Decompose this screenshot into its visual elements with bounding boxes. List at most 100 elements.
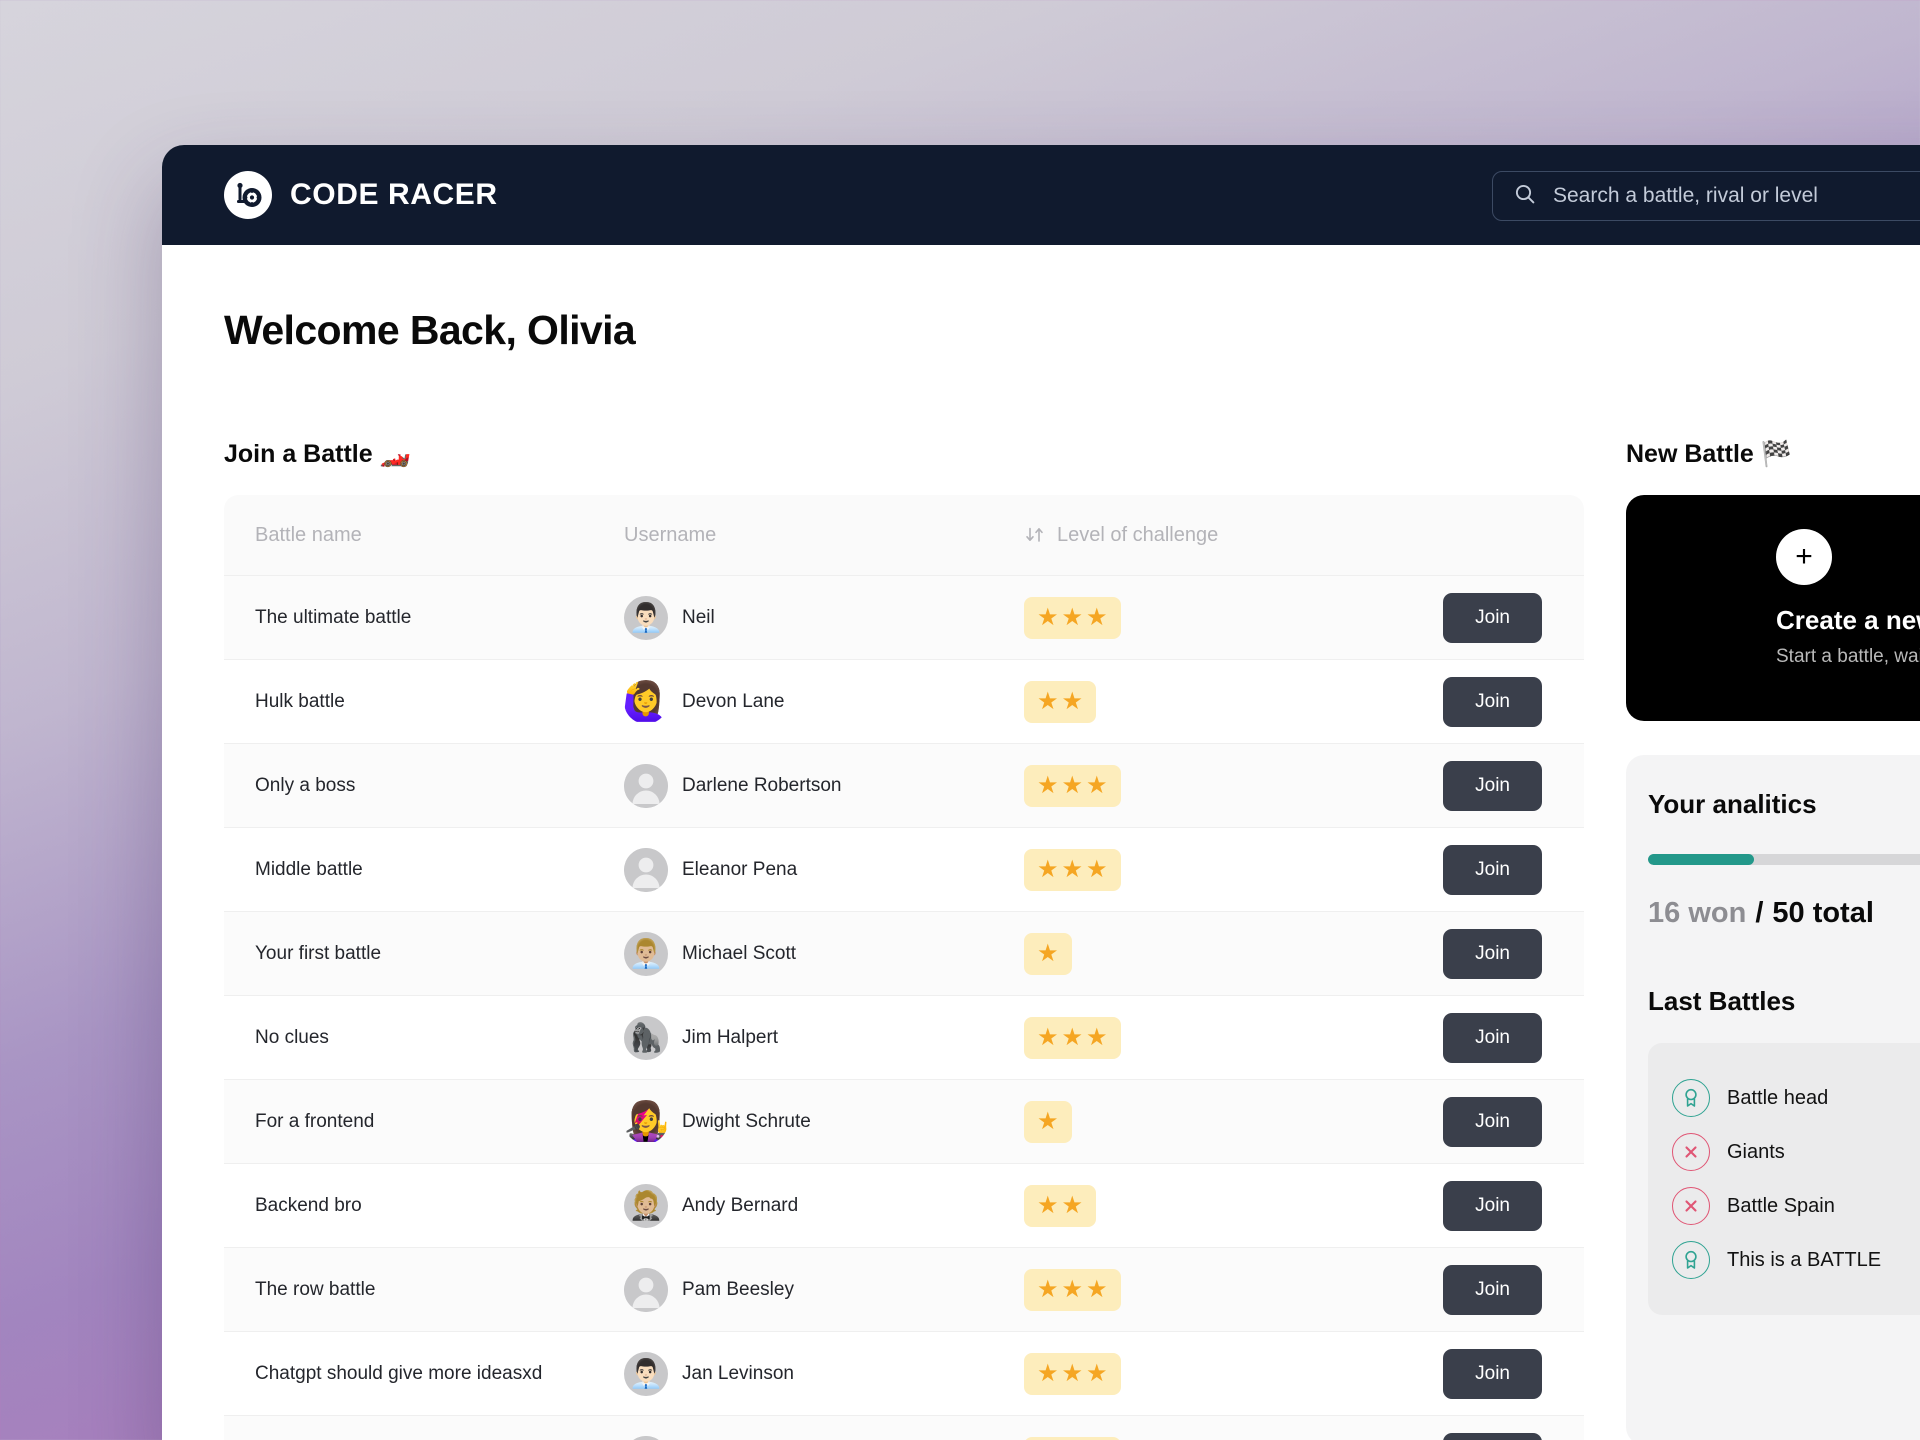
- cell-battle-name: Hulk battle: [255, 690, 345, 712]
- list-item-label: Battle Spain: [1727, 1194, 1835, 1217]
- cell-action: Join: [1394, 1432, 1584, 1440]
- column-header-battle-name[interactable]: Battle name: [224, 524, 624, 547]
- star-icon: ★: [1037, 1107, 1059, 1135]
- table-row: No clues 🦍 Jim Halpert ★ ★ ★ Join: [224, 995, 1584, 1079]
- table-row: The ultimate battle 👨🏻‍💼 Neil ★ ★ ★ Join: [224, 575, 1584, 659]
- username-label: Eleanor Pena: [682, 858, 798, 880]
- star-rating: ★★★: [1024, 1016, 1121, 1059]
- star-rating: ★ ★: [1024, 1184, 1097, 1227]
- join-button[interactable]: Join: [1443, 1012, 1542, 1063]
- join-button[interactable]: Join: [1443, 1432, 1542, 1440]
- username-label: Neil: [682, 606, 715, 628]
- create-battle-title: Create a new battle: [1776, 605, 1920, 635]
- cell-level: ★★★: [1024, 1268, 1394, 1311]
- create-battle-card[interactable]: + Create a new battle Start a battle, wa…: [1626, 495, 1920, 721]
- star-icon: ★: [1086, 603, 1108, 631]
- list-item[interactable]: This is a BATTLE: [1672, 1233, 1920, 1287]
- content-area: Welcome Back, Olivia Join a Battle 🏎️ Ba…: [162, 307, 1920, 1440]
- last-battles-title: Last Battles: [1648, 986, 1796, 1016]
- star-icon: ★: [1086, 1359, 1108, 1387]
- cell-battle-name: Your first battle: [255, 942, 382, 964]
- brand[interactable]: CODE RACER: [224, 171, 498, 219]
- star-icon: ★: [1061, 1023, 1084, 1051]
- avatar: [624, 847, 668, 892]
- sort-arrows-icon[interactable]: [1024, 524, 1046, 546]
- cell-username: 🤵🏼 Andy Bernard: [624, 1183, 1024, 1228]
- star-icon: ★: [1086, 1023, 1108, 1051]
- cell-level: ★ ★: [1024, 1184, 1394, 1227]
- avatar: 👩‍🎤: [624, 1100, 668, 1143]
- cell-action: Join: [1394, 844, 1584, 895]
- cell-action: Join: [1394, 1348, 1584, 1399]
- list-item-label: Giants: [1727, 1140, 1785, 1163]
- column-header-level-label: Level of challenge: [1057, 523, 1219, 546]
- join-button[interactable]: Join: [1443, 844, 1542, 895]
- star-rating: ★★★: [1024, 1352, 1121, 1395]
- list-item-label: This is a BATTLE: [1727, 1248, 1882, 1271]
- username-label: Pam Beesley: [682, 1278, 794, 1300]
- list-item[interactable]: Battle head: [1672, 1071, 1920, 1125]
- table-row: Middle battle Eleanor Pena ★ ★ ★ Join: [224, 827, 1584, 911]
- cell-battle-name: Middle battle: [255, 858, 363, 880]
- cell-action: Join: [1394, 676, 1584, 727]
- list-item[interactable]: Giants: [1672, 1125, 1920, 1179]
- cell-action: Join: [1394, 1096, 1584, 1147]
- column-header-username[interactable]: Username: [624, 524, 1024, 547]
- join-button[interactable]: Join: [1443, 1180, 1542, 1231]
- star-rating: ★ ★: [1024, 680, 1097, 723]
- brand-name: CODE RACER: [290, 178, 498, 211]
- star-icon: ★: [1061, 771, 1084, 799]
- list-item-label: Battle head: [1727, 1086, 1829, 1109]
- table-row: Hulk battle 🙋‍♀️ Devon Lane ★ ★ Join: [224, 659, 1584, 743]
- star-rating: ★★★: [1024, 1436, 1121, 1440]
- star-icon: ★: [1037, 687, 1059, 715]
- list-item[interactable]: Battle Spain: [1672, 1179, 1920, 1233]
- table-body: The ultimate battle 👨🏻‍💼 Neil ★ ★ ★ Join Hulk b…: [224, 575, 1584, 1440]
- cell-username: 👨🏻‍💼 Jan Levinson: [624, 1351, 1024, 1396]
- cell-username: 👨🏻‍💼 Neil: [624, 595, 1024, 640]
- battles-table: Battle name Username Level of challenge …: [224, 495, 1584, 1440]
- star-icon: ★: [1086, 1275, 1108, 1303]
- star-icon: ★: [1061, 1191, 1084, 1219]
- app-window: CODE RACER Search a battle, rival or lev…: [162, 145, 1920, 1440]
- search-input[interactable]: Search a battle, rival or level: [1492, 171, 1920, 221]
- score-won: 16 won: [1648, 897, 1747, 929]
- sidebar-column: New Battle 🏁 + Create a new battle Start…: [1626, 440, 1920, 1440]
- join-button[interactable]: Join: [1443, 676, 1542, 727]
- cell-battle-name: The ultimate battle: [255, 606, 412, 628]
- cell-level: ★: [1024, 1100, 1394, 1143]
- join-button[interactable]: Join: [1443, 760, 1542, 811]
- cell-level: ★★★: [1024, 764, 1394, 807]
- cell-username: Darlene Robertson: [624, 763, 1024, 808]
- battles-section-title: Join a Battle 🏎️: [224, 440, 411, 468]
- join-button[interactable]: Join: [1443, 928, 1542, 979]
- cell-action: Join: [1394, 1180, 1584, 1231]
- join-button[interactable]: Join: [1443, 592, 1542, 643]
- score-separator: /: [1755, 897, 1764, 929]
- cell-level: ★: [1024, 932, 1394, 975]
- star-icon: ★: [1061, 603, 1084, 631]
- username-label: Jan Levinson: [682, 1362, 794, 1384]
- join-button[interactable]: Join: [1443, 1096, 1542, 1147]
- star-icon: ★: [1037, 771, 1059, 799]
- score-total: 50 total: [1772, 897, 1874, 929]
- avatar: 👨🏼‍💼: [624, 931, 668, 976]
- cell-level: ★★★: [1024, 596, 1394, 639]
- search-icon: [1513, 182, 1537, 211]
- avatar: 👨🏻‍💼: [624, 595, 668, 640]
- cell-battle-name: For a frontend: [255, 1110, 375, 1132]
- column-header-level[interactable]: Level of challenge: [1024, 524, 1394, 547]
- star-rating: ★★★: [1024, 764, 1121, 807]
- cell-action: Join: [1394, 760, 1584, 811]
- new-battle-section-title: New Battle 🏁: [1626, 440, 1792, 468]
- tire-icon: [224, 171, 272, 219]
- star-icon: ★: [1037, 939, 1059, 967]
- plus-icon[interactable]: +: [1776, 529, 1832, 585]
- join-button[interactable]: Join: [1443, 1264, 1542, 1315]
- cell-level: ★★★: [1024, 1352, 1394, 1395]
- username-label: Dwight Schrute: [682, 1110, 811, 1132]
- avatar: 🙋‍♀️: [624, 680, 668, 723]
- username-label: Jim Halpert: [682, 1026, 779, 1048]
- join-button[interactable]: Join: [1443, 1348, 1542, 1399]
- x-circle-icon: [1672, 1133, 1710, 1171]
